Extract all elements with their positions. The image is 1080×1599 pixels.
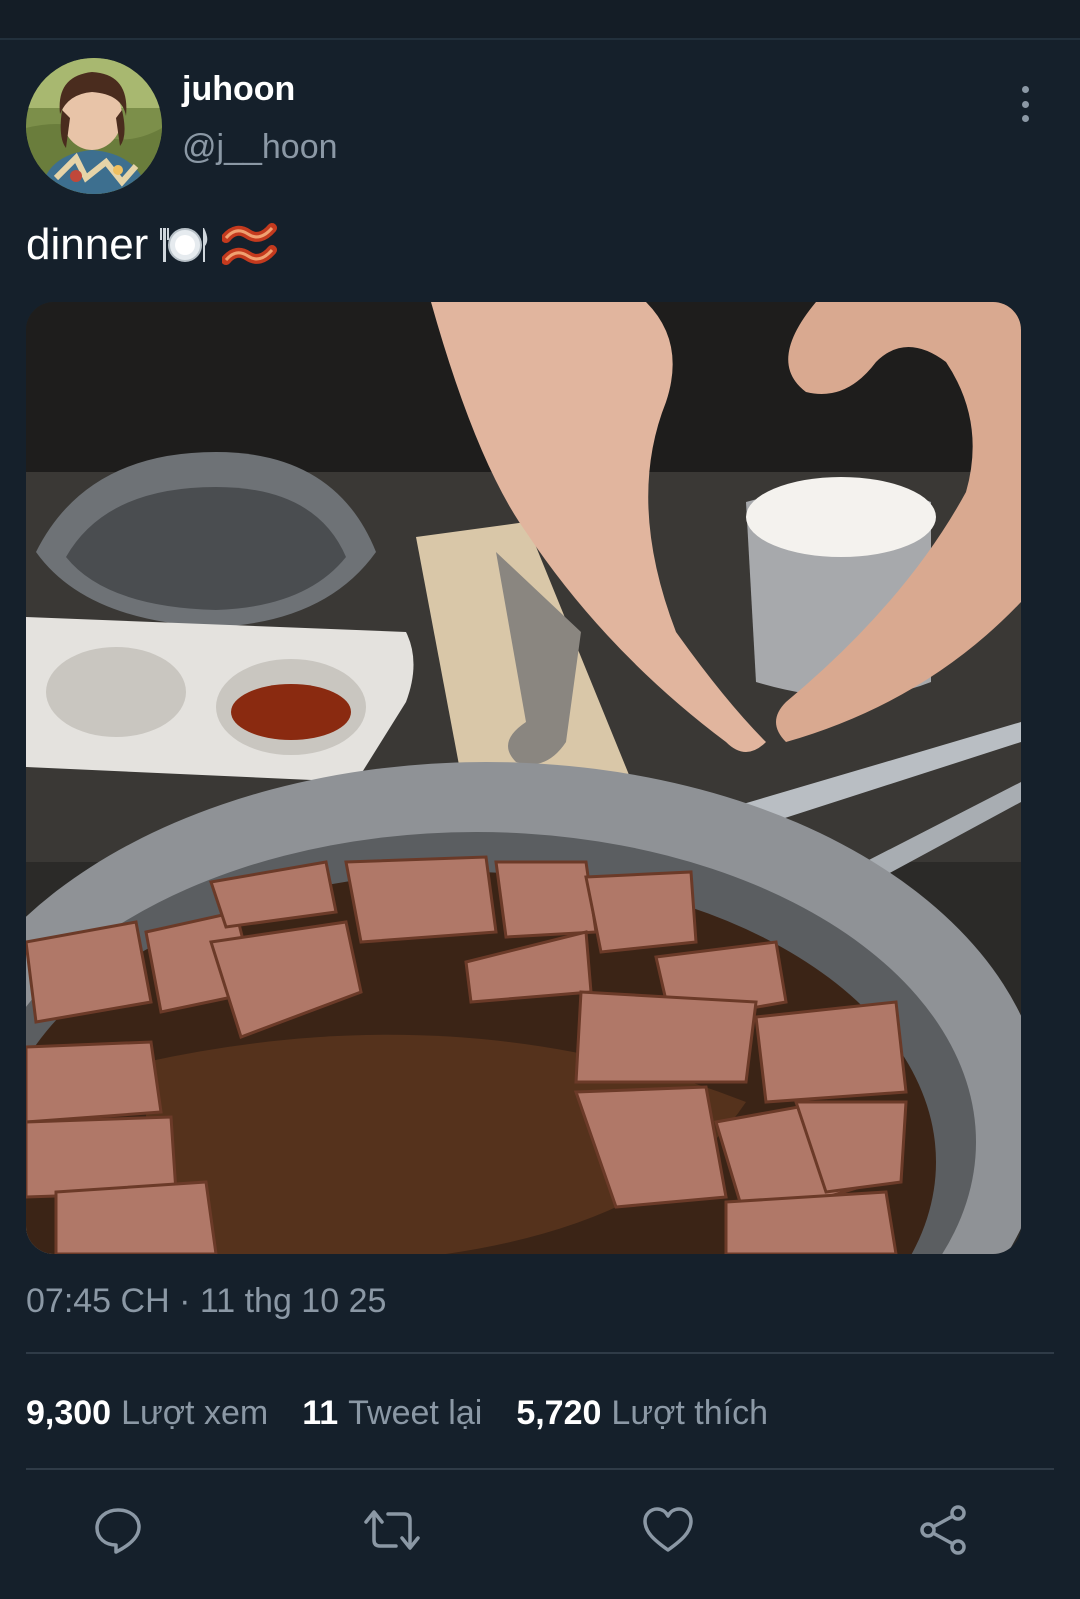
tweet-photo[interactable] [26,302,1021,1254]
more-dot [1021,100,1029,108]
views-stat: 9,300 Lượt xem [26,1394,268,1433]
retweet-icon[interactable] [362,1500,422,1560]
like-icon[interactable] [638,1500,698,1560]
likes-count: 5,720 [516,1393,602,1432]
top-bar [0,0,1080,40]
retweets-stat[interactable]: 11 Tweet lại [302,1394,482,1433]
more-dot [1021,86,1029,93]
share-icon[interactable] [914,1500,974,1560]
divider [26,1468,1054,1470]
tweet-timestamp: 07:45 CH · 11 thg 10 25 [26,1282,387,1320]
tweet-text-content: dinner [26,220,149,269]
views-count: 9,300 [26,1393,112,1432]
retweets-label: Tweet lại [348,1393,483,1432]
user-handle[interactable]: @j__hoon [182,128,338,167]
likes-stat[interactable]: 5,720 Lượt thích [516,1394,768,1433]
action-bar [0,1500,1080,1560]
bacon-icon [222,220,278,270]
display-name[interactable]: juhoon [182,70,295,109]
likes-label: Lượt thích [611,1393,768,1432]
tweet-stats: 9,300 Lượt xem 11 Tweet lại 5,720 Lượt thíc… [26,1388,802,1438]
divider [26,1352,1054,1354]
tweet-text: dinner [26,216,278,274]
avatar[interactable] [26,58,162,194]
more-options-icon[interactable] [1010,84,1040,124]
more-dot [1021,115,1029,122]
views-label: Lượt xem [121,1393,269,1432]
reply-icon[interactable] [88,1500,148,1560]
retweets-count: 11 [302,1393,339,1432]
plate-cutlery-icon [160,222,210,268]
